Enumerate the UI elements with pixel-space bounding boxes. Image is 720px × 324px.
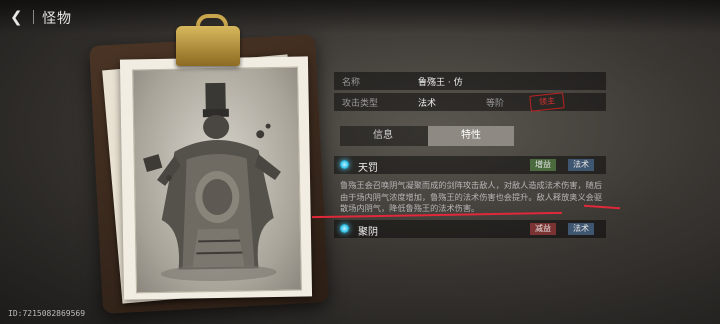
attack-type-label: 攻击类型 — [342, 99, 379, 109]
portrait-paper — [119, 56, 313, 300]
page-title: 怪物 — [42, 11, 72, 27]
skill-orb-icon — [340, 160, 349, 169]
name-value: 鲁殇王 · 仿 — [418, 78, 463, 88]
back-arrow-icon[interactable]: ❮ — [10, 8, 32, 26]
skill-description: 鲁殇王会召唤阴气凝聚而成的剑阵攻击敌人，对敌人造成法术伤害，随后由于场内阴气浓度… — [340, 180, 603, 213]
skill-tag-magic: 法术 — [568, 223, 594, 235]
skill-header[interactable]: 天罚 增益 法术 — [334, 156, 606, 174]
skill-orb-icon — [340, 224, 349, 233]
skill-tag-buff: 增益 — [530, 159, 556, 171]
attack-type-row: 攻击类型 法术 等阶 领主 — [334, 92, 606, 112]
tab-info[interactable]: 信息 — [340, 126, 426, 146]
skill-tag-magic: 法术 — [568, 159, 594, 171]
rank-stamp: 领主 — [529, 92, 565, 112]
monster-portrait — [132, 66, 302, 294]
tab-bar: 信息 特性 — [340, 126, 514, 146]
skill-header[interactable]: 聚阴 减益 法术 — [334, 220, 606, 238]
top-bar: ❮ 怪物 — [0, 0, 720, 34]
clipboard-clip — [176, 26, 240, 66]
skill-tag-debuff: 减益 — [530, 223, 556, 235]
player-id: ID:7215082869569 — [8, 309, 86, 318]
skill-name: 聚阴 — [358, 227, 378, 238]
skill-name: 天罚 — [358, 163, 378, 174]
rank-label: 等阶 — [486, 99, 505, 109]
name-row: 名称 鲁殇王 · 仿 — [334, 72, 606, 90]
tab-traits[interactable]: 特性 — [428, 126, 514, 146]
attack-type-value: 法术 — [418, 99, 437, 109]
name-label: 名称 — [342, 78, 361, 88]
divider — [33, 10, 34, 24]
monster-illustration — [143, 82, 281, 282]
